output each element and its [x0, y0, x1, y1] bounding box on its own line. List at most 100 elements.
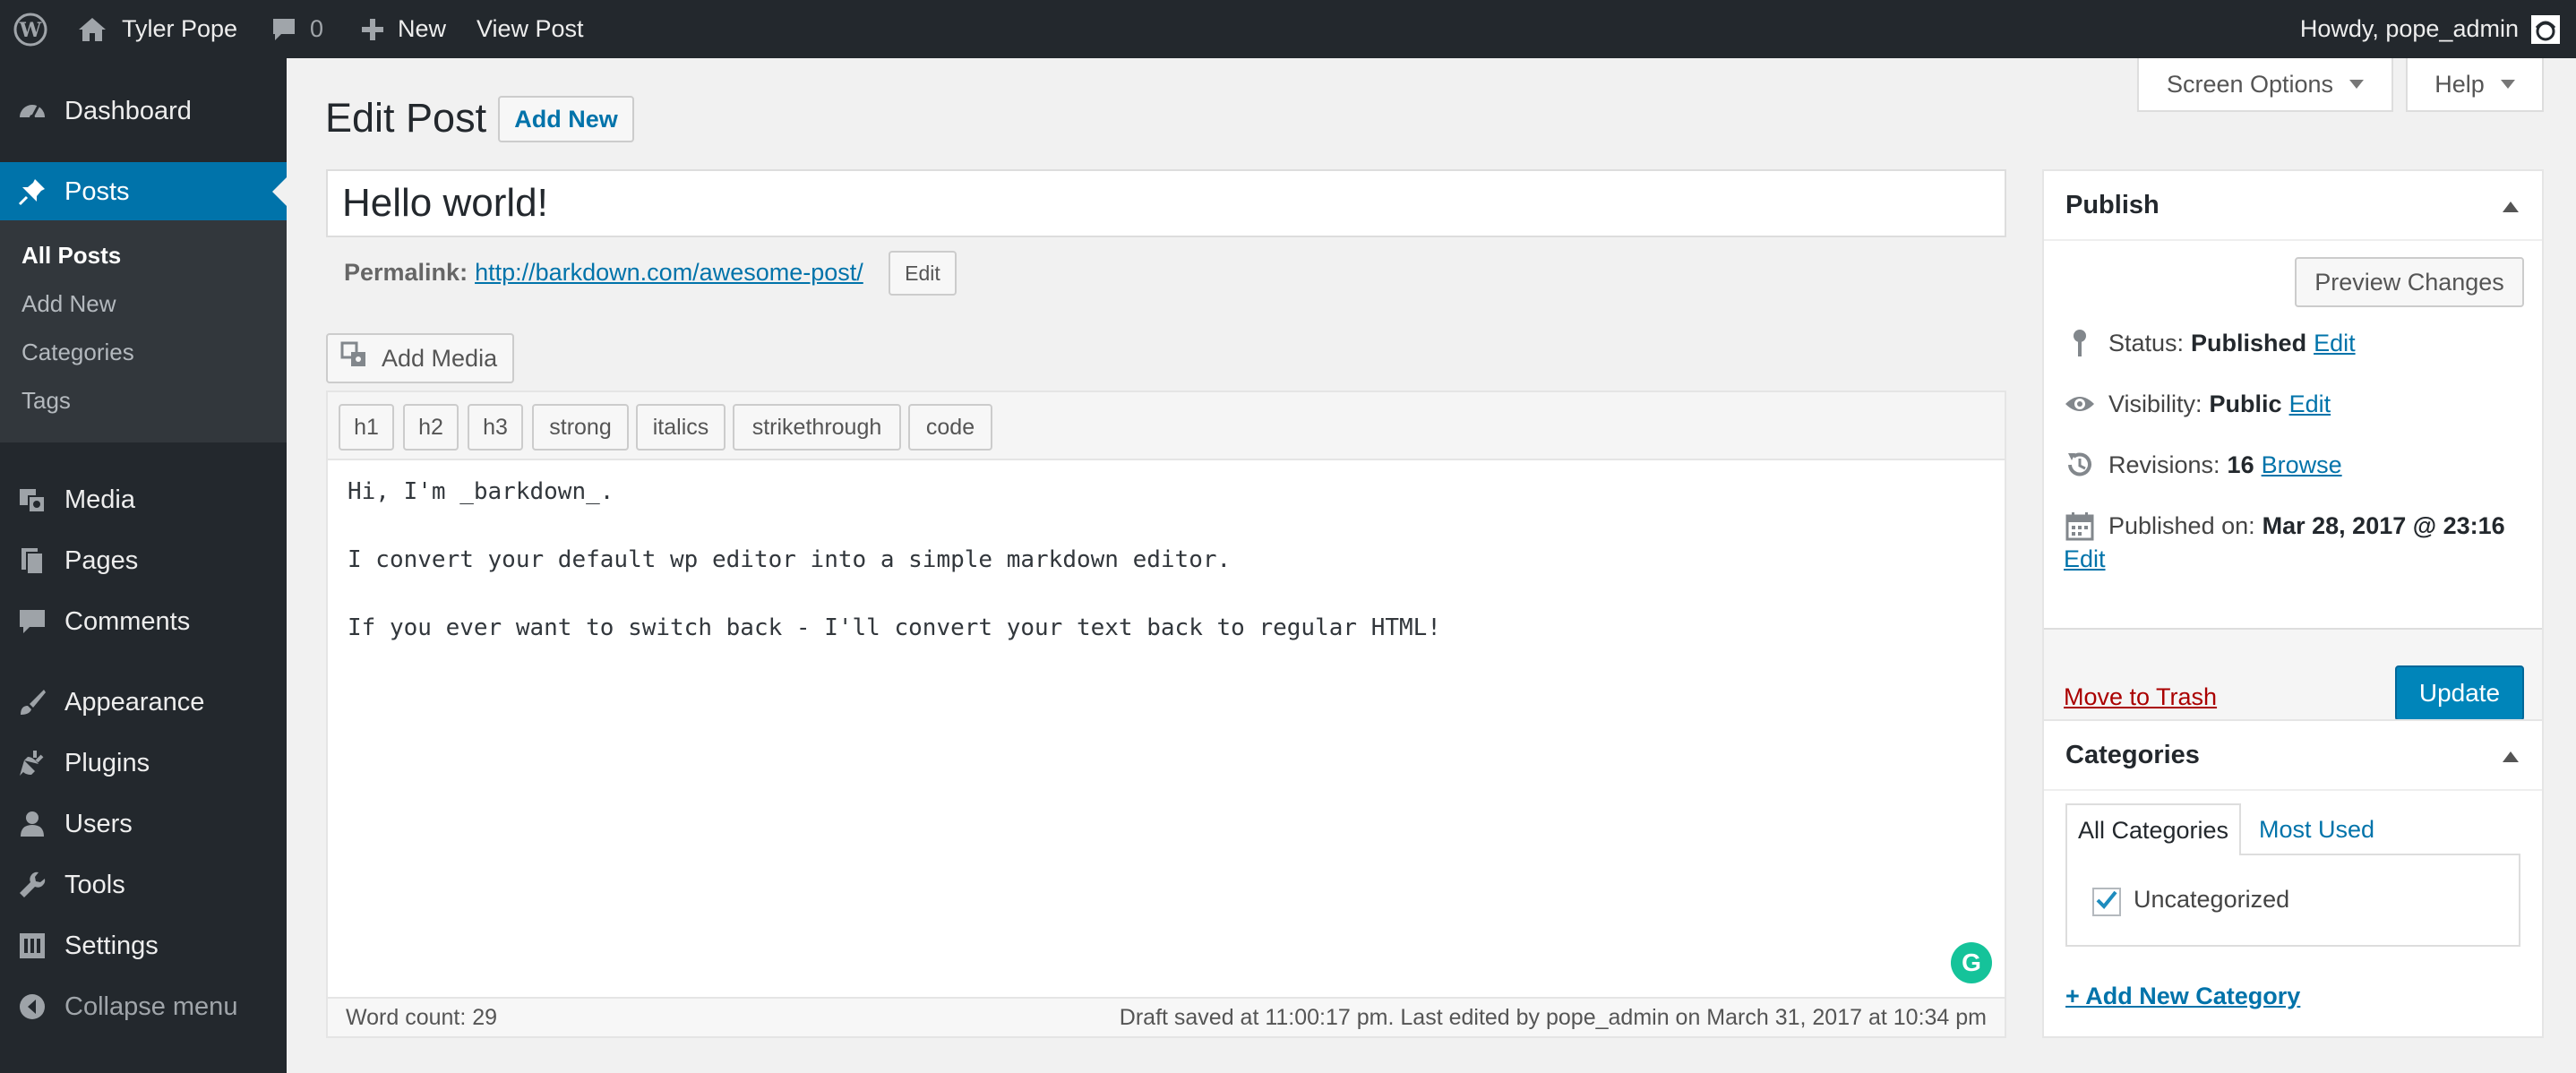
preview-changes-button[interactable]: Preview Changes: [2295, 257, 2524, 307]
menu-label: Media: [64, 485, 135, 514]
editor-line: If you ever want to switch back - I'll c…: [348, 614, 1441, 641]
add-media-button[interactable]: Add Media: [326, 333, 514, 383]
category-checkbox[interactable]: [2092, 888, 2121, 916]
wordpress-logo-icon[interactable]: W: [13, 0, 48, 58]
collapse-toggle-icon[interactable]: [2503, 751, 2519, 762]
format-h1-button[interactable]: h1: [339, 404, 394, 451]
menu-label: Appearance: [64, 687, 205, 717]
menu-label: Comments: [64, 606, 191, 636]
collapse-toggle-icon[interactable]: [2503, 202, 2519, 212]
menu-item-media[interactable]: Media: [0, 470, 287, 529]
editor-textarea[interactable]: Hi, I'm _barkdown_. I convert your defau…: [348, 475, 1978, 645]
menu-item-users[interactable]: Users: [0, 794, 287, 854]
account-menu[interactable]: Howdy, pope_admin: [2300, 0, 2560, 58]
posts-submenu: All Posts Add New Categories Tags: [0, 220, 287, 442]
update-button[interactable]: Update: [2395, 665, 2524, 721]
view-post-link[interactable]: View Post: [477, 0, 584, 58]
tab-all-categories[interactable]: All Categories: [2065, 803, 2241, 855]
menu-label: Posts: [64, 176, 130, 206]
permalink-edit-button[interactable]: Edit: [889, 251, 957, 296]
wrench-icon: [16, 869, 48, 901]
format-italics-button[interactable]: italics: [636, 404, 726, 451]
menu-item-tools[interactable]: Tools: [0, 855, 287, 914]
home-icon: [77, 16, 107, 43]
tab-most-used[interactable]: Most Used: [2259, 803, 2374, 855]
submenu-tags[interactable]: Tags: [21, 387, 71, 415]
site-name-link[interactable]: Tyler Pope: [77, 0, 237, 58]
page-title: Edit Post: [325, 95, 487, 141]
plus-icon: [360, 17, 385, 42]
format-strikethrough-button[interactable]: strikethrough: [733, 404, 901, 451]
svg-text:W: W: [19, 19, 42, 42]
add-new-category-link[interactable]: + Add New Category: [2065, 983, 2300, 1010]
editor-line: Hi, I'm _barkdown_.: [348, 478, 614, 505]
visibility-edit-link[interactable]: Edit: [2289, 391, 2331, 418]
published-on-value: Mar 28, 2017 @ 23:16: [2262, 511, 2505, 539]
format-strong-button[interactable]: strong: [532, 404, 629, 451]
menu-label: Dashboard: [64, 96, 192, 125]
submenu-add-new[interactable]: Add New: [21, 290, 116, 318]
post-title-input[interactable]: Hello world!: [326, 169, 2006, 237]
categories-box: Categories All Categories Most Used Unca…: [2042, 719, 2544, 1038]
status-row: Status: Published Edit: [2064, 327, 2356, 359]
menu-item-dashboard[interactable]: Dashboard: [0, 82, 287, 141]
permalink-label: Permalink:: [344, 258, 468, 286]
menu-label: Collapse menu: [64, 991, 238, 1021]
add-media-icon: [340, 341, 371, 376]
browse-revisions-link[interactable]: Browse: [2262, 451, 2342, 479]
published-on-edit-link[interactable]: Edit: [2064, 545, 2106, 573]
markdown-editor: h1 h2 h3 strong italics strikethrough co…: [326, 391, 2006, 1038]
editor-line: I convert your default wp editor into a …: [348, 546, 1232, 573]
format-h3-button[interactable]: h3: [468, 404, 523, 451]
menu-item-comments[interactable]: Comments: [0, 592, 287, 651]
permalink-url-link[interactable]: http://barkdown.com/awesome-post/: [475, 259, 863, 287]
status-edit-link[interactable]: Edit: [2314, 330, 2356, 357]
caret-down-icon: [2500, 80, 2515, 89]
categories-box-title: Categories: [2065, 741, 2200, 769]
revisions-value: 16: [2227, 451, 2254, 478]
menu-label: Settings: [64, 931, 159, 960]
pages-icon: [16, 545, 48, 577]
grammarly-icon[interactable]: G: [1951, 942, 1992, 983]
new-label: New: [398, 15, 447, 42]
word-count: Word count: 29: [346, 1005, 498, 1030]
caret-down-icon: [2349, 80, 2365, 89]
divider: [2044, 789, 2542, 791]
history-icon: [2064, 449, 2096, 481]
submenu-all-posts[interactable]: All Posts: [21, 242, 121, 270]
menu-item-settings[interactable]: Settings: [0, 916, 287, 975]
submenu-categories[interactable]: Categories: [21, 339, 134, 366]
permalink-row: Permalink: http://barkdown.com/awesome-p…: [344, 257, 863, 288]
add-new-post-button[interactable]: Add New: [498, 96, 634, 142]
help-label: Help: [2434, 70, 2485, 98]
publish-box-title: Publish: [2065, 191, 2160, 219]
screen-options-button[interactable]: Screen Options: [2137, 58, 2393, 112]
format-code-button[interactable]: code: [908, 404, 992, 451]
help-button[interactable]: Help: [2406, 58, 2544, 112]
menu-item-posts[interactable]: Posts: [0, 162, 287, 221]
collapse-arrow-icon: [16, 991, 48, 1023]
comment-icon: [270, 16, 297, 43]
menu-item-plugins[interactable]: Plugins: [0, 734, 287, 793]
menu-item-appearance[interactable]: Appearance: [0, 673, 287, 732]
visibility-row: Visibility: Public Edit: [2064, 388, 2331, 420]
eye-icon: [2064, 388, 2096, 420]
category-checklist: Uncategorized: [2065, 854, 2520, 947]
comment-icon: [16, 605, 48, 638]
collapse-menu-button[interactable]: Collapse menu: [0, 977, 287, 1036]
format-h2-button[interactable]: h2: [403, 404, 459, 451]
add-media-label: Add Media: [382, 344, 498, 372]
plug-icon: [16, 747, 48, 779]
comments-link[interactable]: 0: [270, 0, 323, 58]
status-value: Published: [2191, 329, 2307, 356]
published-on-label: Published on:: [2108, 511, 2255, 539]
new-content-link[interactable]: New: [360, 0, 446, 58]
admin-bar: W Tyler Pope 0 New View Post Howdy, pope…: [0, 0, 2576, 58]
revisions-label: Revisions:: [2108, 451, 2220, 478]
checkmark-icon: [2094, 888, 2119, 917]
menu-item-pages[interactable]: Pages: [0, 531, 287, 590]
editor-status-bar: Word count: 29 Draft saved at 11:00:17 p…: [328, 997, 2005, 1036]
avatar: [2531, 14, 2560, 44]
dashboard-icon: [16, 95, 48, 127]
move-to-trash-link[interactable]: Move to Trash: [2064, 683, 2217, 711]
